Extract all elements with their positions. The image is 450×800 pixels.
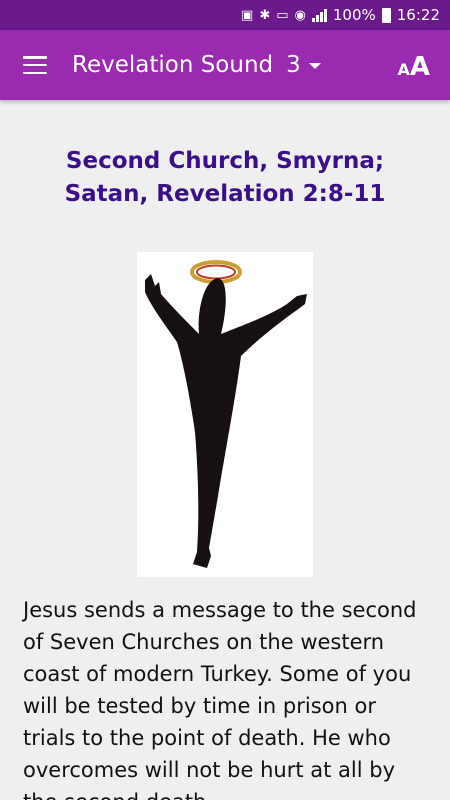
chevron-down-icon — [308, 63, 321, 69]
battery-icon — [381, 7, 391, 23]
notification-icon: ▣ — [241, 7, 254, 23]
vibrate-icon: ▭ — [276, 7, 289, 23]
chapter-text: Jesus sends a message to the second of S… — [23, 598, 417, 800]
book-selector[interactable]: Revelation Sound 3 — [72, 52, 321, 78]
battery-percent: 100% — [332, 6, 376, 24]
page-title: Second Church, Smyrna; Satan, Revelation… — [64, 148, 386, 207]
wifi-icon: ◉ — [294, 7, 306, 23]
chapter-number: 3 — [286, 52, 301, 78]
font-size-icon[interactable]: AA — [397, 52, 430, 82]
content-area: Second Church, Smyrna; Satan, Revelation… — [0, 100, 450, 800]
figure-drawing — [145, 260, 307, 568]
menu-icon[interactable] — [23, 56, 47, 74]
clock: 16:22 — [396, 6, 440, 24]
app-bar: Revelation Sound 3 AA — [0, 30, 450, 100]
status-bar: ▣ ✱ ▭ ◉ 100% 16:22 — [0, 0, 450, 30]
signal-icon — [311, 8, 327, 22]
app-title: Revelation Sound — [72, 52, 274, 78]
illustration-image — [137, 252, 313, 577]
bluetooth-icon: ✱ — [259, 7, 271, 23]
